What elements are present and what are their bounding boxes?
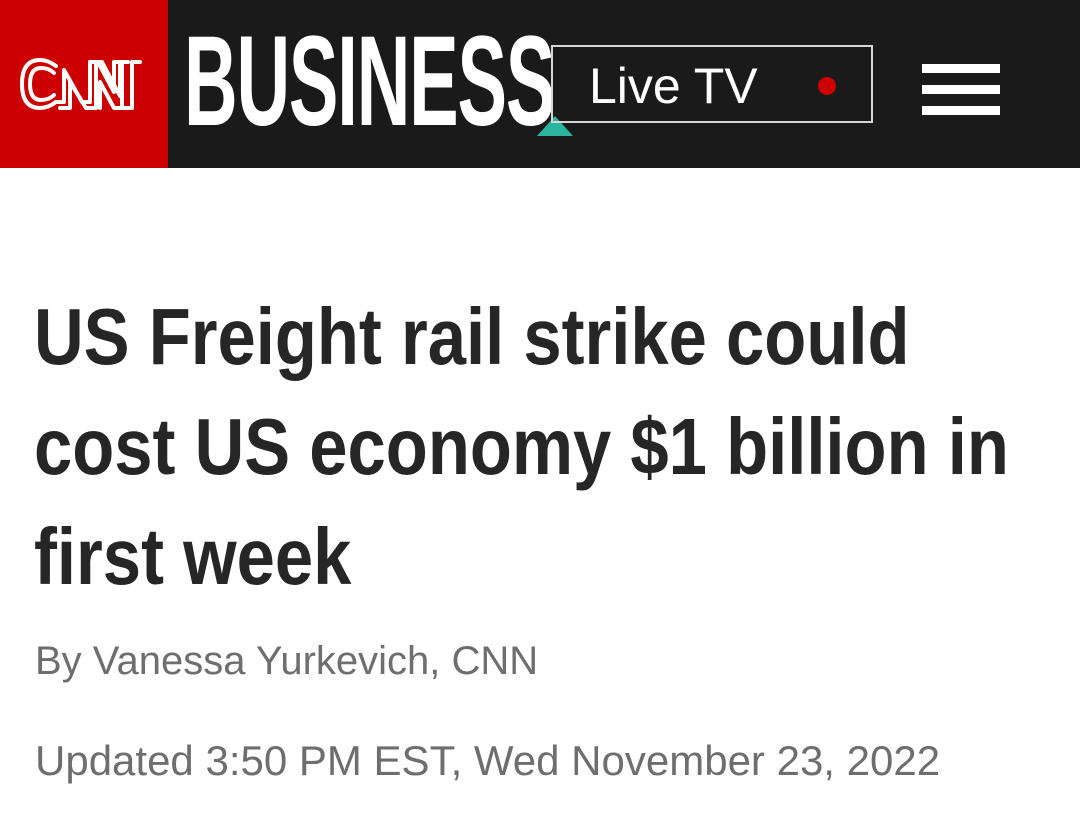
article-byline: By Vanessa Yurkevich, CNN — [35, 639, 539, 683]
live-tv-label: Live TV — [589, 58, 758, 114]
cnn-logo-icon — [20, 58, 142, 110]
cnn-logo[interactable] — [0, 0, 168, 168]
hamburger-menu-icon[interactable] — [922, 64, 1000, 116]
live-dot-icon — [818, 77, 836, 95]
menu-bar — [922, 106, 1000, 115]
article-timestamp: Updated 3:50 PM EST, Wed November 23, 20… — [35, 737, 941, 784]
menu-bar — [922, 85, 1000, 94]
article-headline: US Freight rail strike could cost US eco… — [34, 292, 1009, 601]
section-title[interactable]: BUSINESS — [184, 18, 555, 146]
site-header: BUSINESS Live TV — [0, 0, 1080, 168]
live-tv-button[interactable]: Live TV — [551, 45, 873, 123]
menu-bar — [922, 64, 1000, 73]
